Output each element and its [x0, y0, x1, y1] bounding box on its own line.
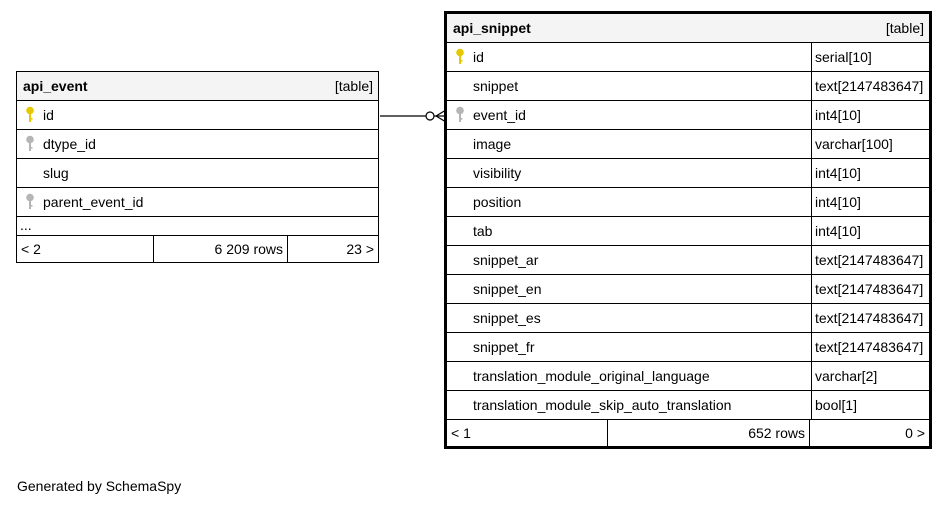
column-type: int4[10] — [811, 217, 929, 245]
column-name: snippet_en — [473, 281, 542, 297]
column-row-visibility[interactable]: visibility int4[10] — [447, 159, 929, 188]
column-row-translation-module-original-language[interactable]: translation_module_original_language varc… — [447, 362, 929, 391]
column-name: event_id — [473, 107, 526, 123]
column-row-slug[interactable]: slug — [17, 159, 378, 188]
column-name: snippet_es — [473, 310, 541, 326]
foreign-key-icon — [447, 101, 473, 129]
column-type: text[2147483647] — [811, 72, 929, 100]
row-count: 6 209 rows — [154, 236, 288, 262]
column-name: snippet_ar — [473, 252, 539, 268]
column-row-id[interactable]: id serial[10] — [447, 43, 929, 72]
column-row-snippet-ar[interactable]: snippet_ar text[2147483647] — [447, 246, 929, 275]
column-type: bool[1] — [811, 391, 929, 419]
children-link[interactable]: 0 > — [810, 420, 929, 446]
table-footer: < 2 6 209 rows 23 > — [17, 236, 378, 262]
column-row-event-id[interactable]: event_id int4[10] — [447, 101, 929, 130]
column-name: id — [43, 107, 54, 123]
table-kind: [table] — [334, 78, 373, 94]
column-row-snippet-en[interactable]: snippet_en text[2147483647] — [447, 275, 929, 304]
column-name: translation_module_original_language — [473, 368, 710, 384]
column-name: parent_event_id — [43, 194, 144, 210]
column-type: text[2147483647] — [811, 246, 929, 274]
column-type: varchar[100] — [811, 130, 929, 158]
zero-optional-marker — [425, 111, 435, 121]
column-row-snippet-fr[interactable]: snippet_fr text[2147483647] — [447, 333, 929, 362]
table-header: api_event [table] — [17, 72, 378, 101]
foreign-key-icon — [17, 188, 43, 216]
column-name: snippet_fr — [473, 339, 535, 355]
api-event-table[interactable]: api_event [table] id dtype_id slug paren… — [16, 71, 379, 263]
column-row-dtype-id[interactable]: dtype_id — [17, 130, 378, 159]
column-type: int4[10] — [811, 159, 929, 187]
column-type: varchar[2] — [811, 362, 929, 390]
table-name[interactable]: api_event — [23, 78, 88, 94]
column-name: dtype_id — [43, 136, 96, 152]
table-kind: [table] — [885, 20, 924, 36]
column-row-translation-module-skip-auto-translation[interactable]: translation_module_skip_auto_translation… — [447, 391, 929, 420]
column-type: int4[10] — [811, 188, 929, 216]
column-row-id[interactable]: id — [17, 101, 378, 130]
column-type: int4[10] — [811, 101, 929, 129]
table-footer: < 1 652 rows 0 > — [447, 420, 929, 446]
column-name: tab — [473, 223, 493, 239]
column-row-snippet[interactable]: snippet text[2147483647] — [447, 72, 929, 101]
parents-link[interactable]: < 2 — [17, 236, 154, 262]
column-row-tab[interactable]: tab int4[10] — [447, 217, 929, 246]
api-snippet-table[interactable]: api_snippet [table] id serial[10] snippet t… — [444, 11, 932, 449]
column-type: serial[10] — [811, 43, 929, 71]
column-type: text[2147483647] — [811, 304, 929, 332]
column-type: text[2147483647] — [811, 275, 929, 303]
column-name: slug — [43, 165, 69, 181]
column-name: translation_module_skip_auto_translation — [473, 397, 732, 413]
parents-link[interactable]: < 1 — [447, 420, 608, 446]
column-name: snippet — [473, 78, 519, 94]
more-columns-indicator: ... — [17, 217, 378, 236]
primary-key-icon — [17, 101, 43, 129]
column-row-position[interactable]: position int4[10] — [447, 188, 929, 217]
column-name: position — [473, 194, 522, 210]
table-name[interactable]: api_snippet — [453, 20, 531, 36]
row-count: 652 rows — [608, 420, 810, 446]
children-link[interactable]: 23 > — [288, 236, 378, 262]
table-header: api_snippet [table] — [447, 14, 929, 43]
column-row-snippet-es[interactable]: snippet_es text[2147483647] — [447, 304, 929, 333]
primary-key-icon — [447, 43, 473, 71]
generated-by-credit: Generated by SchemaSpy — [17, 478, 182, 494]
column-row-parent-event-id[interactable]: parent_event_id — [17, 188, 378, 217]
column-row-image[interactable]: image varchar[100] — [447, 130, 929, 159]
foreign-key-icon — [17, 130, 43, 158]
column-name: image — [473, 136, 512, 152]
column-name: visibility — [473, 165, 522, 181]
column-name: id — [473, 49, 484, 65]
column-type: text[2147483647] — [811, 333, 929, 361]
